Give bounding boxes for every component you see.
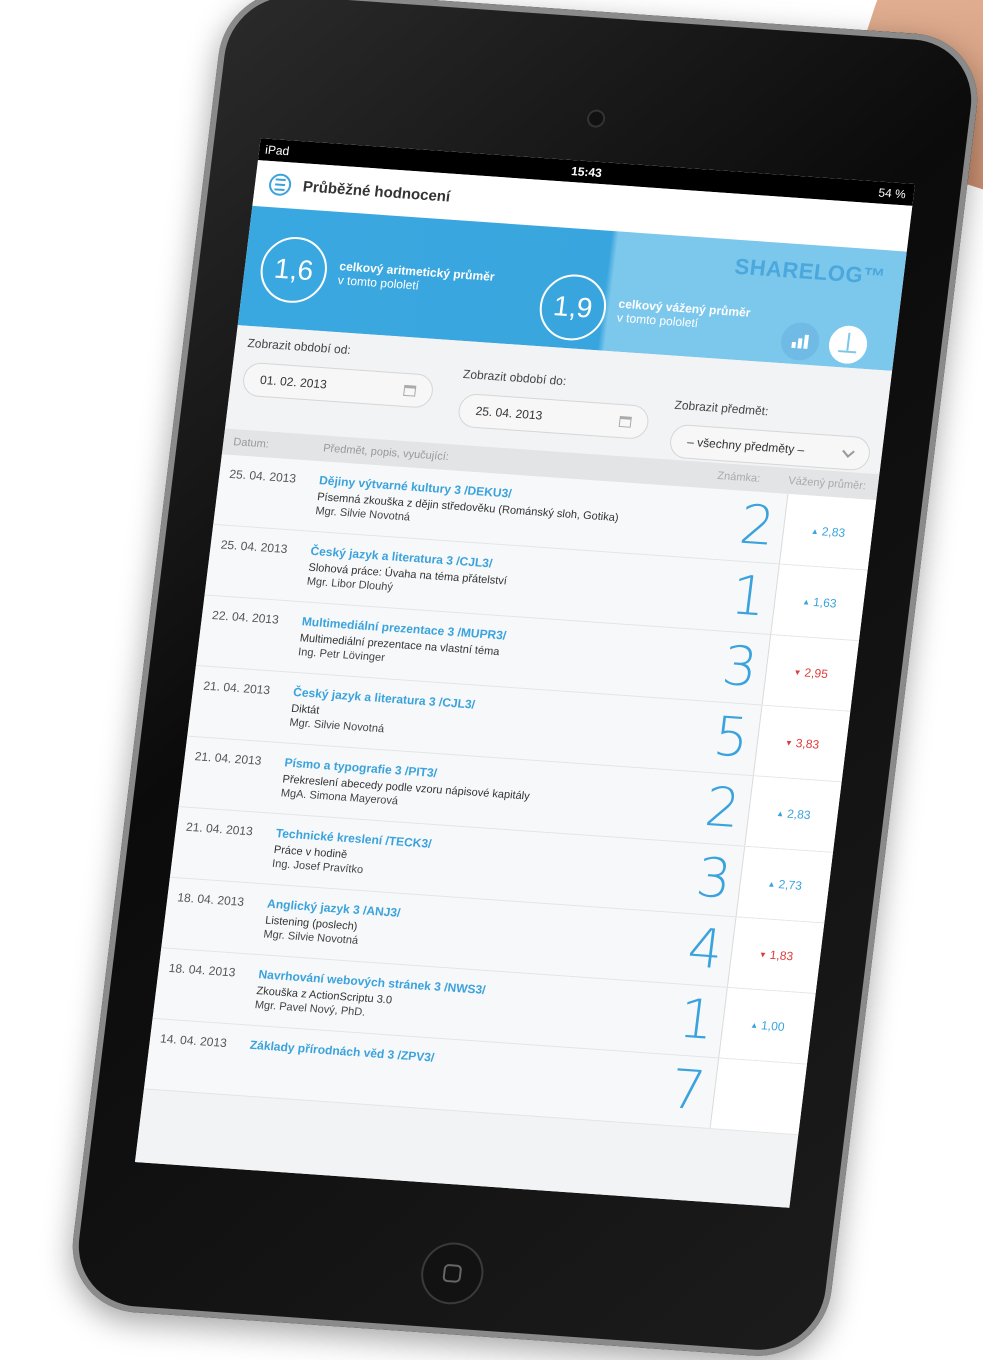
row-weighted-value: 1,00 [760, 1018, 786, 1034]
ipad-device: iPad 15:43 54 % Průběžné hodnocení SHARE… [64, 0, 983, 1360]
filter-to-label: Zobrazit období do: [462, 366, 568, 389]
row-weighted-average: ▼ 2,95 [761, 635, 859, 711]
row-weighted-average: ▼ 1,83 [726, 917, 825, 994]
trend-up-icon: ▲ [775, 808, 785, 818]
row-info: Anglický jazyk 3 /ANJ3/Listening (poslec… [263, 897, 647, 967]
subject-select-value: – všechny předměty – [686, 434, 806, 457]
arithmetic-average: 1,6 celkový aritmetický průměr v tomto p… [256, 234, 498, 317]
row-info: Dějiny výtvarné kultury 3 /DEKU3/Písemná… [315, 473, 699, 543]
filter-from: Zobrazit období od: 01. 02. 2013 [241, 336, 438, 409]
chevron-down-icon [842, 444, 855, 458]
column-subject[interactable]: Předmět, popis, vyučující: [322, 442, 449, 463]
row-grade: 5 [710, 704, 753, 770]
scale-icon [838, 336, 858, 354]
row-weighted-average: ▲ 2,73 [735, 846, 833, 923]
weighted-average: 1,9 celkový vážený průměr v tomto polole… [535, 272, 754, 352]
row-grade: 4 [684, 916, 727, 982]
row-weighted-value: 1,63 [812, 594, 838, 611]
column-weighted[interactable]: Vážený průměr: [788, 475, 867, 492]
row-date: 25. 04. 2013 [228, 466, 297, 486]
row-grade: 3 [718, 633, 761, 699]
row-weighted-average: ▲ 2,83 [778, 493, 877, 570]
column-grade[interactable]: Známka: [717, 470, 761, 485]
date-from-field[interactable]: 01. 02. 2013 [241, 361, 435, 409]
row-date: 21. 04. 2013 [202, 678, 271, 698]
row-weighted-average: ▲ 1,00 [718, 987, 816, 1064]
row-info: Český jazyk a literatura 3 /CJL3/Diktát M… [289, 685, 673, 755]
row-grade: 2 [701, 775, 744, 841]
home-icon [442, 1263, 463, 1283]
row-date: 18. 04. 2013 [176, 890, 245, 909]
row-info: Navrhování webových stránek 3 /NWS3/Zkou… [254, 967, 638, 1037]
filter-from-label: Zobrazit období od: [246, 335, 352, 358]
row-date: 14. 04. 2013 [159, 1031, 228, 1051]
trend-up-icon: ▲ [810, 526, 820, 536]
row-weighted-value: 2,83 [786, 806, 812, 823]
row-weighted-value: 1,83 [769, 947, 795, 964]
filter-subject-label: Zobrazit předmět: [673, 397, 770, 419]
row-info: Český jazyk a literatura 3 /CJL3/Slohová… [306, 544, 690, 614]
row-date: 21. 04. 2013 [185, 819, 254, 839]
brand-logo: SHARELOG™ [733, 253, 888, 290]
row-grade: 1 [727, 563, 770, 629]
trend-up-icon: ▲ [801, 596, 811, 607]
date-from-value: 01. 02. 2013 [259, 372, 328, 392]
trend-down-icon: ▼ [784, 737, 794, 748]
weighted-view-button[interactable] [826, 324, 870, 365]
bar-chart-icon [791, 334, 809, 349]
average-circle: 1,9 [535, 272, 610, 343]
row-weighted-average [709, 1058, 807, 1135]
date-to-field[interactable]: 25. 04. 2013 [456, 392, 651, 440]
filter-to: Zobrazit období do: 25. 04. 2013 [456, 366, 654, 440]
calendar-icon[interactable] [618, 415, 632, 428]
row-weighted-value: 3,83 [795, 736, 821, 752]
row-date: 22. 04. 2013 [211, 608, 280, 627]
grades-table: 25. 04. 2013 Dějiny výtvarné kultury 3 /D… [143, 454, 877, 1136]
row-info: Písmo a typografie 3 /PIT3/Překreslení a… [280, 755, 664, 825]
battery-label: 54 % [877, 185, 907, 202]
row-date: 18. 04. 2013 [167, 960, 237, 980]
row-weighted-value: 2,95 [803, 665, 829, 682]
date-to-value: 25. 04. 2013 [474, 403, 544, 423]
row-weighted-average: ▲ 2,83 [744, 776, 842, 852]
row-info: Technické kreslení /TECK3/Práce v hodině… [271, 826, 655, 896]
row-date: 21. 04. 2013 [193, 749, 263, 768]
trend-down-icon: ▼ [758, 949, 768, 960]
trend-up-icon: ▲ [749, 1020, 759, 1030]
row-grade: 1 [675, 986, 718, 1052]
row-weighted-average: ▲ 1,63 [770, 564, 868, 641]
row-info: Multimediální prezentace 3 /MUPR3/Multim… [297, 614, 681, 684]
row-weighted-average: ▼ 3,83 [752, 705, 851, 782]
row-grade: 7 [666, 1057, 709, 1123]
filter-subject: Zobrazit předmět: – všechny předměty – [668, 398, 875, 472]
trend-up-icon: ▲ [767, 878, 777, 889]
row-date: 25. 04. 2013 [219, 537, 289, 557]
row-weighted-value: 2,73 [777, 877, 803, 893]
calendar-icon[interactable] [403, 384, 417, 397]
chart-view-button[interactable] [778, 321, 822, 362]
average-circle: 1,6 [256, 234, 331, 305]
page-title: Průběžné hodnocení [302, 177, 452, 206]
screen: iPad 15:43 54 % Průběžné hodnocení SHARE… [134, 138, 916, 1208]
column-date[interactable]: Datum: [233, 436, 270, 450]
menu-icon[interactable] [267, 173, 293, 197]
trend-down-icon: ▼ [793, 667, 803, 677]
row-weighted-value: 2,83 [821, 524, 847, 540]
row-grade: 2 [736, 492, 779, 558]
row-grade: 3 [692, 845, 735, 911]
